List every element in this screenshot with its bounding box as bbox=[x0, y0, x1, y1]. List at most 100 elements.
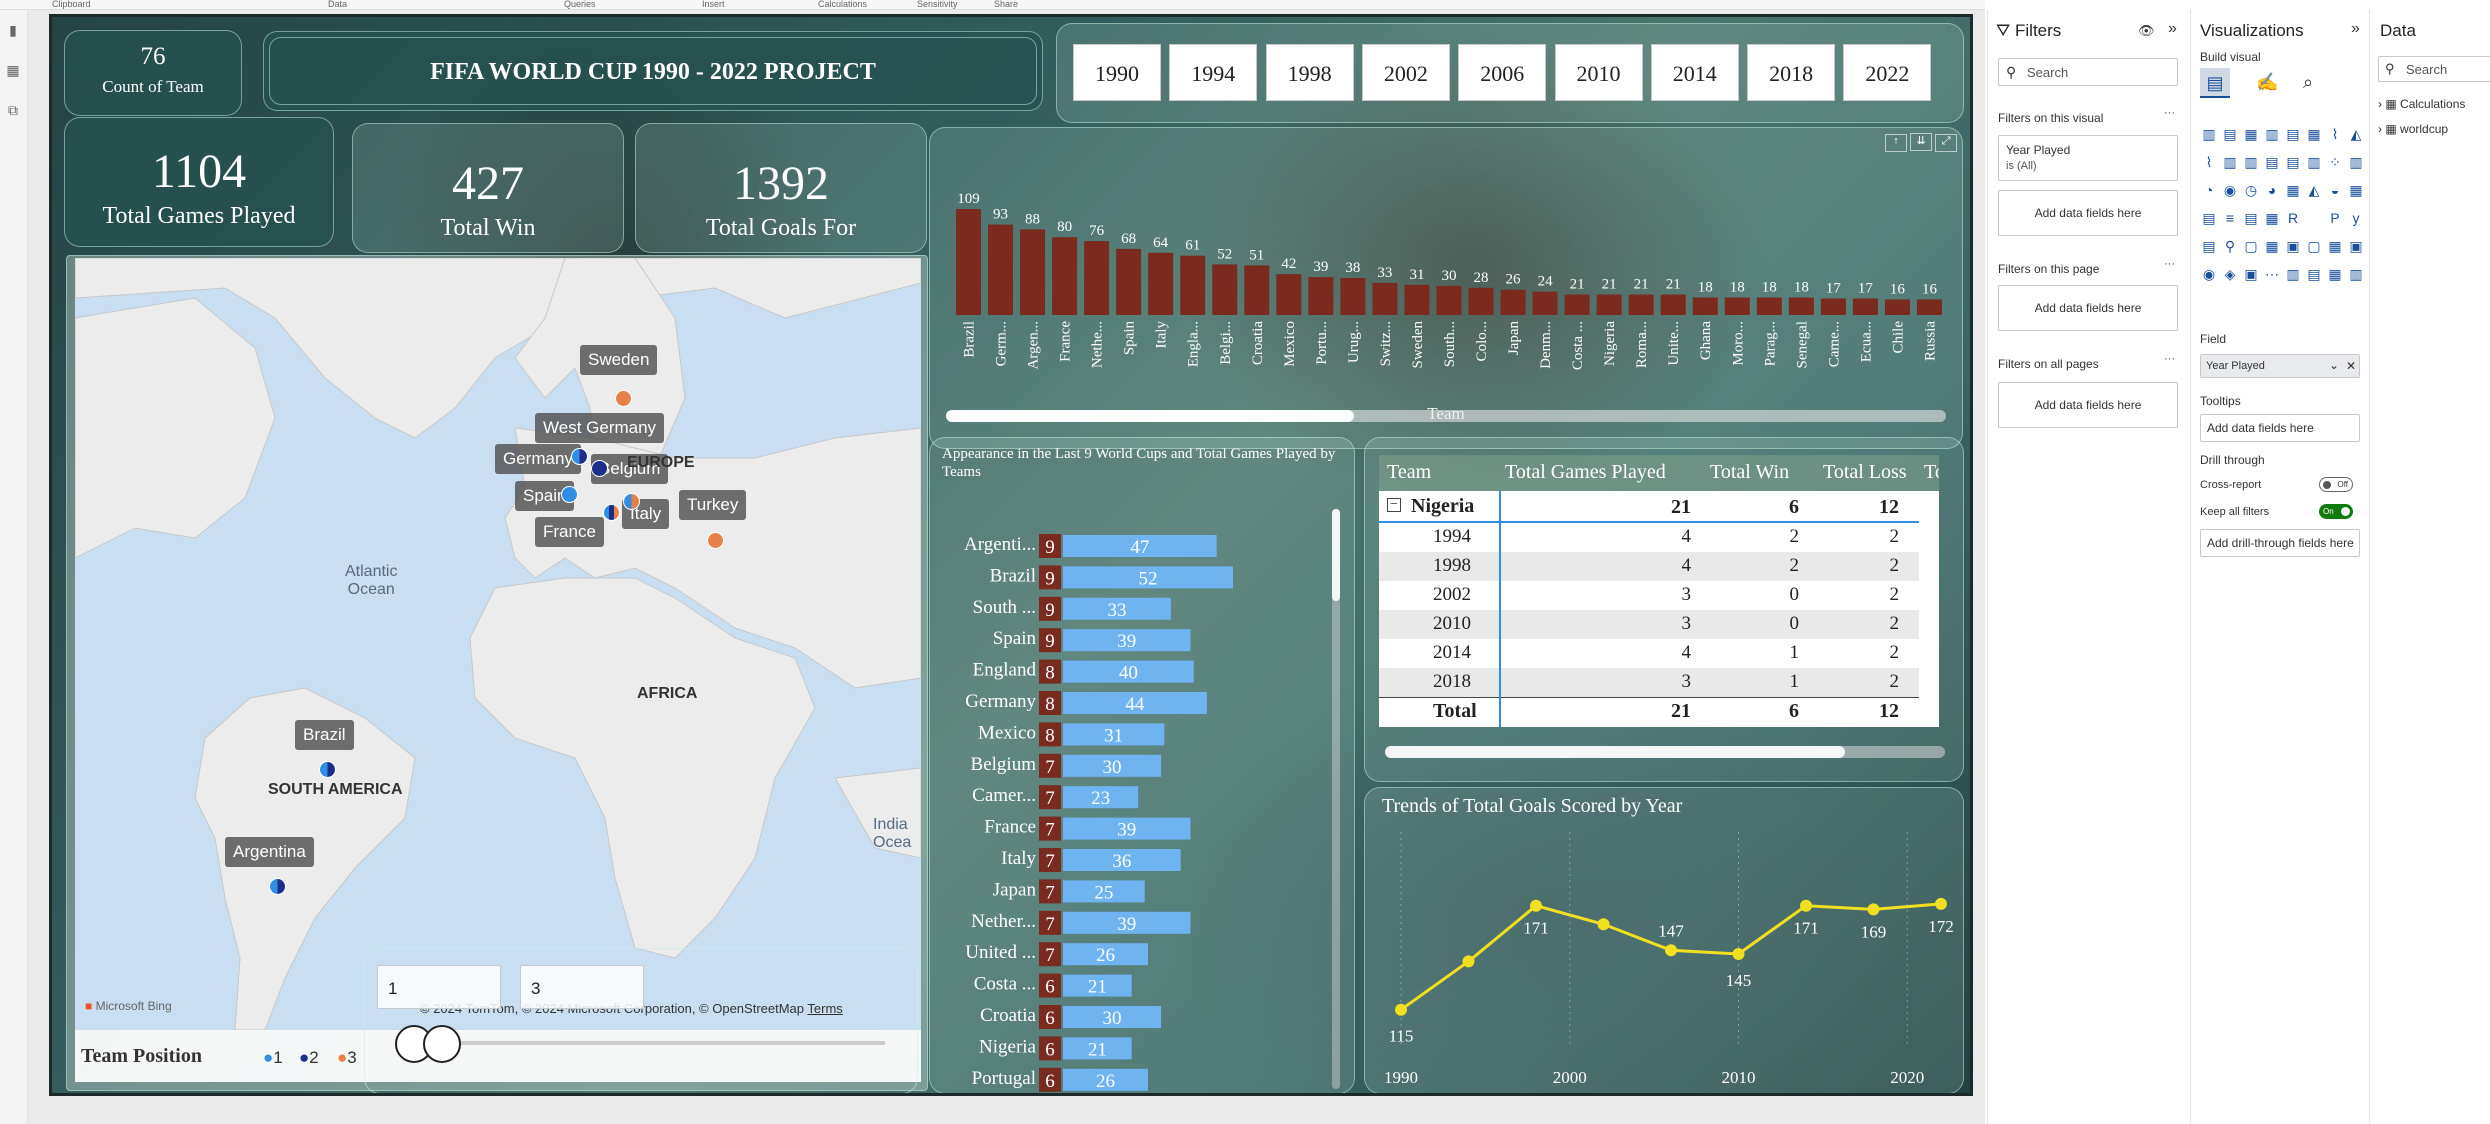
visual-type-icon[interactable]: ◒ bbox=[2326, 181, 2344, 199]
visual-type-icon[interactable]: ◔ bbox=[2200, 181, 2218, 199]
bar[interactable] bbox=[1244, 265, 1270, 315]
map-marker-brazil[interactable] bbox=[319, 761, 336, 778]
map-marker-sweden[interactable] bbox=[615, 390, 632, 407]
bar[interactable] bbox=[988, 224, 1014, 315]
year-button-2014[interactable]: 2014 bbox=[1650, 44, 1739, 101]
visual-type-icon[interactable]: P bbox=[2326, 209, 2344, 227]
visual-type-icon[interactable]: ▦ bbox=[2242, 125, 2260, 143]
bar[interactable] bbox=[1628, 294, 1654, 315]
field-well-year-played[interactable]: Year Played ⌄ ✕ bbox=[2200, 354, 2360, 378]
map-marker-spain[interactable] bbox=[561, 486, 578, 503]
visual-type-icon[interactable]: ▦ bbox=[2326, 265, 2344, 283]
map-marker-belgium[interactable] bbox=[591, 460, 608, 477]
visual-type-icon[interactable]: ▥ bbox=[2242, 153, 2260, 171]
bar[interactable] bbox=[1084, 241, 1110, 315]
visual-type-icon[interactable]: ⋯ bbox=[2263, 265, 2281, 283]
bar[interactable] bbox=[1116, 248, 1142, 315]
more-options-icon[interactable]: ··· bbox=[2164, 353, 2175, 365]
year-button-2018[interactable]: 2018 bbox=[1747, 44, 1836, 101]
team-count-card[interactable]: 76 Count of Team bbox=[64, 30, 242, 116]
visual-type-icon[interactable]: ◈ bbox=[2221, 265, 2239, 283]
slider-from-input[interactable]: 1 bbox=[377, 965, 501, 1009]
col-header-truncated[interactable]: To bbox=[1924, 461, 1939, 484]
visual-type-icon[interactable]: ▥ bbox=[2347, 153, 2365, 171]
visual-type-icon[interactable]: ▤ bbox=[2242, 209, 2260, 227]
eye-icon[interactable]: 👁 bbox=[2138, 23, 2155, 39]
keep-all-filters-toggle[interactable]: On bbox=[2319, 504, 2353, 519]
visual-type-icon[interactable]: ▢ bbox=[2242, 237, 2260, 255]
visual-type-icon[interactable]: ▣ bbox=[2284, 237, 2302, 255]
bar[interactable] bbox=[1724, 297, 1750, 315]
map-marker-france[interactable] bbox=[603, 504, 620, 521]
visual-type-icon[interactable]: ◉ bbox=[2221, 181, 2239, 199]
year-button-2022[interactable]: 2022 bbox=[1843, 44, 1932, 101]
col-header-win[interactable]: Total Win bbox=[1710, 461, 1789, 484]
visual-type-icon[interactable]: ▤ bbox=[2263, 153, 2281, 171]
chevron-down-icon[interactable]: ⌄ bbox=[2329, 358, 2339, 372]
trend-point[interactable] bbox=[1935, 897, 1947, 910]
year-button-2002[interactable]: 2002 bbox=[1361, 44, 1450, 101]
visual-type-icon[interactable]: ▦ bbox=[2305, 125, 2323, 143]
bar-chart-scrollbar[interactable] bbox=[946, 410, 1946, 422]
data-table-worldcup[interactable]: › ▦ worldcup bbox=[2378, 122, 2448, 136]
data-table-calculations[interactable]: › ▦ Calculations bbox=[2378, 97, 2465, 111]
bar[interactable] bbox=[1532, 291, 1558, 315]
bar[interactable] bbox=[1020, 229, 1046, 315]
trend-point[interactable] bbox=[1462, 955, 1475, 968]
kpi-total-games[interactable]: 1104 Total Games Played bbox=[64, 117, 334, 247]
visual-type-icon[interactable]: ▤ bbox=[2284, 125, 2302, 143]
visual-type-icon[interactable]: ▤ bbox=[2200, 209, 2218, 227]
map-marker-argentina[interactable] bbox=[269, 878, 286, 895]
visual-type-icon[interactable]: ⌇ bbox=[2200, 153, 2218, 171]
analytics-tab-icon[interactable]: ⌕ bbox=[2303, 72, 2313, 93]
bar[interactable] bbox=[1564, 294, 1590, 315]
trend-point[interactable] bbox=[1867, 903, 1880, 916]
collapse-icon[interactable]: − bbox=[1387, 498, 1401, 512]
bar[interactable] bbox=[1500, 289, 1526, 315]
visual-type-icon[interactable]: ≡ bbox=[2221, 209, 2239, 227]
bar[interactable] bbox=[1756, 297, 1782, 315]
visual-type-icon[interactable]: ▦ bbox=[2284, 181, 2302, 199]
visual-type-icon[interactable]: R bbox=[2284, 209, 2302, 227]
visual-type-icon[interactable]: ▣ bbox=[2242, 265, 2260, 283]
tooltips-add-field[interactable]: Add data fields here bbox=[2200, 414, 2360, 442]
year-button-1998[interactable]: 1998 bbox=[1265, 44, 1354, 101]
map-marker-italy[interactable] bbox=[623, 493, 640, 510]
kpi-total-win[interactable]: 427 Total Win bbox=[352, 123, 624, 253]
bar[interactable] bbox=[1820, 298, 1846, 315]
add-visual-filter-field[interactable]: Add data fields here bbox=[1998, 190, 2178, 236]
kpi-total-goals[interactable]: 1392 Total Goals For bbox=[635, 123, 927, 253]
visual-type-icon[interactable]: ▥ bbox=[2200, 125, 2218, 143]
model-view-icon[interactable]: ⧉ bbox=[5, 102, 21, 118]
visual-type-icon[interactable]: ▦ bbox=[2263, 237, 2281, 255]
data-search-input[interactable]: ⚲ Search bbox=[2378, 56, 2490, 82]
visual-type-icon[interactable]: y bbox=[2347, 209, 2365, 227]
map-marker-turkey[interactable] bbox=[707, 532, 724, 549]
add-all-pages-filter-field[interactable]: Add data fields here bbox=[1998, 382, 2178, 428]
collapse-pane-icon[interactable]: » bbox=[2351, 20, 2360, 38]
map-visual[interactable]: Sweden West Germany Germany Belgium EURO… bbox=[75, 258, 921, 1030]
bar[interactable] bbox=[1308, 277, 1334, 315]
trend-point[interactable] bbox=[1732, 948, 1745, 960]
build-visual-tab-icon[interactable]: ▤ bbox=[2200, 68, 2230, 98]
trend-point[interactable] bbox=[1665, 944, 1677, 957]
bar[interactable] bbox=[1276, 274, 1302, 315]
year-button-1990[interactable]: 1990 bbox=[1073, 44, 1161, 101]
bar[interactable] bbox=[1788, 297, 1814, 315]
bar[interactable] bbox=[1884, 299, 1910, 315]
col-header-loss[interactable]: Total Loss bbox=[1823, 461, 1907, 484]
team-matrix-table[interactable]: Team Total Games Played Total Win Total … bbox=[1379, 455, 1939, 727]
bar[interactable] bbox=[1212, 264, 1238, 315]
visual-type-icon[interactable]: ▤ bbox=[2221, 125, 2239, 143]
filters-search-input[interactable]: ⚲ Search bbox=[1998, 58, 2178, 86]
visual-type-icon[interactable]: ▥ bbox=[2263, 125, 2281, 143]
more-options-icon[interactable]: ··· bbox=[2164, 107, 2175, 119]
year-button-2010[interactable]: 2010 bbox=[1554, 44, 1643, 101]
visual-type-icon[interactable] bbox=[2305, 209, 2323, 227]
visual-type-icon[interactable]: ⚲ bbox=[2221, 237, 2239, 255]
year-button-1994[interactable]: 1994 bbox=[1169, 44, 1258, 101]
bar[interactable] bbox=[1148, 252, 1174, 315]
drill-through-add-field[interactable]: Add drill-through fields here bbox=[2200, 529, 2360, 557]
bar[interactable] bbox=[1468, 287, 1494, 315]
trend-point[interactable] bbox=[1530, 899, 1542, 912]
